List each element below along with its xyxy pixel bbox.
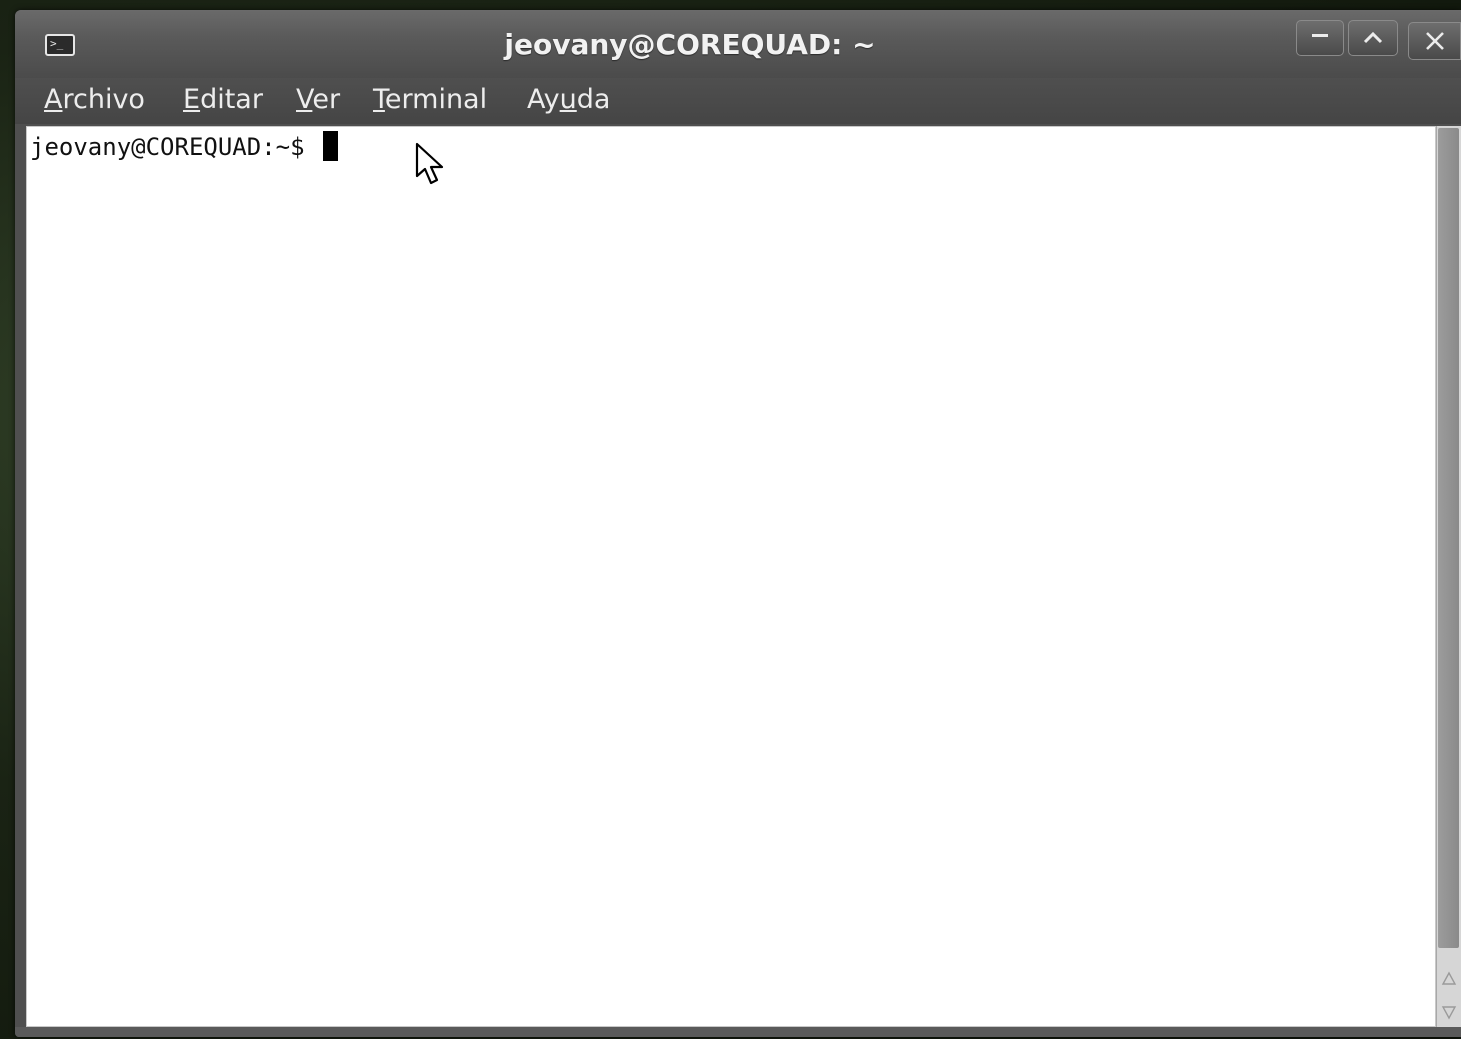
- menu-ver-mnemonic: V: [296, 84, 313, 115]
- menu-terminal[interactable]: Terminal: [373, 82, 487, 118]
- maximize-icon: [1363, 31, 1383, 44]
- menu-archivo-mnemonic: A: [44, 84, 63, 115]
- terminal-window: >_ jeovany@COREQUAD: ~ Archivo Editar Ve…: [15, 10, 1461, 1037]
- close-button[interactable]: [1408, 22, 1461, 60]
- terminal-prompt-line: jeovany@COREQUAD:~$: [30, 131, 338, 163]
- menu-archivo[interactable]: Archivo: [44, 82, 145, 118]
- mouse-pointer-icon: [415, 142, 444, 185]
- menu-ayuda-mnemonic: u: [559, 84, 577, 115]
- menu-editar[interactable]: Editar: [183, 82, 263, 118]
- window-title: jeovany@COREQUAD: ~: [504, 28, 876, 61]
- text-cursor: [322, 131, 338, 161]
- menu-archivo-label: rchivo: [62, 84, 145, 115]
- scroll-down-button[interactable]: [1440, 1002, 1458, 1024]
- shell-prompt: jeovany@COREQUAD:~$: [30, 133, 319, 161]
- menu-terminal-label: erminal: [384, 84, 488, 115]
- menu-ayuda-prefix: Ay: [527, 84, 560, 115]
- menu-bar: Archivo Editar Ver Terminal Ayuda: [15, 78, 1461, 124]
- menu-ayuda[interactable]: Ayuda: [527, 82, 610, 118]
- menu-terminal-mnemonic: T: [373, 84, 385, 115]
- menu-ver-label: er: [312, 84, 341, 115]
- minimize-icon: [1312, 34, 1328, 37]
- menu-editar-label: ditar: [200, 84, 263, 115]
- menu-editar-mnemonic: E: [183, 84, 201, 115]
- terminal-output-area[interactable]: jeovany@COREQUAD:~$: [26, 126, 1436, 1027]
- close-icon: [1425, 32, 1444, 50]
- scroll-up-button[interactable]: [1440, 968, 1458, 990]
- scrollbar-thumb[interactable]: [1438, 128, 1459, 948]
- maximize-button[interactable]: [1348, 20, 1398, 56]
- menu-ver[interactable]: Ver: [296, 82, 340, 118]
- minimize-button[interactable]: [1296, 20, 1344, 56]
- window-bottom-border: [15, 1027, 1461, 1037]
- vertical-scrollbar[interactable]: [1436, 126, 1461, 1037]
- scroll-up-arrow-icon: [1441, 971, 1457, 985]
- title-bar[interactable]: >_ jeovany@COREQUAD: ~: [15, 10, 1461, 78]
- scroll-down-arrow-icon: [1441, 1006, 1457, 1020]
- menu-ayuda-label: da: [576, 84, 611, 115]
